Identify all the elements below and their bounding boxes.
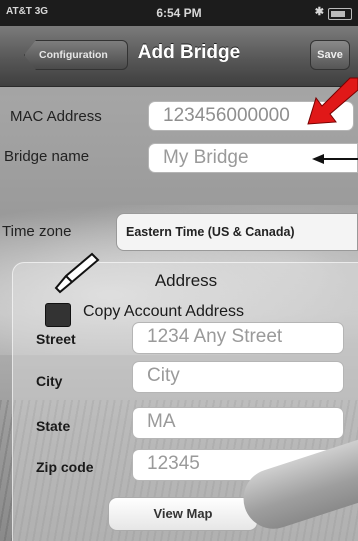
mac-address-label: MAC Address: [10, 108, 102, 125]
pencil-annotation-icon: [54, 252, 100, 294]
state-label: State: [36, 418, 71, 434]
view-map-button[interactable]: View Map: [108, 497, 258, 531]
copy-address-label: Copy Account Address: [83, 303, 244, 320]
annotation-arrow-icon: [307, 77, 358, 125]
bridge-name-label: Bridge name: [4, 148, 90, 165]
street-field[interactable]: 1234 Any Street: [132, 322, 344, 354]
battery-icon: [328, 8, 352, 20]
status-bar: AT&T 3G 6:54 PM ✱: [0, 0, 358, 26]
street-label: Street: [36, 331, 76, 347]
page-title: Add Bridge: [137, 42, 241, 63]
annotation-pointer: [322, 158, 358, 160]
time-zone-label: Time zone: [2, 223, 72, 240]
app-screen: AT&T 3G 6:54 PM ✱ Configuration Add Brid…: [0, 0, 358, 541]
state-field[interactable]: MA: [132, 407, 344, 439]
save-button[interactable]: Save: [310, 40, 350, 70]
copy-address-checkbox[interactable]: [45, 303, 71, 327]
zip-code-label: Zip code: [36, 459, 94, 475]
city-field[interactable]: City: [132, 361, 344, 393]
bluetooth-icon: ✱: [314, 6, 324, 18]
clock: 6:54 PM: [156, 6, 202, 20]
time-zone-selector[interactable]: Eastern Time (US & Canada): [116, 213, 358, 251]
annotation-arrowhead-icon: [312, 154, 324, 164]
city-label: City: [36, 373, 63, 389]
